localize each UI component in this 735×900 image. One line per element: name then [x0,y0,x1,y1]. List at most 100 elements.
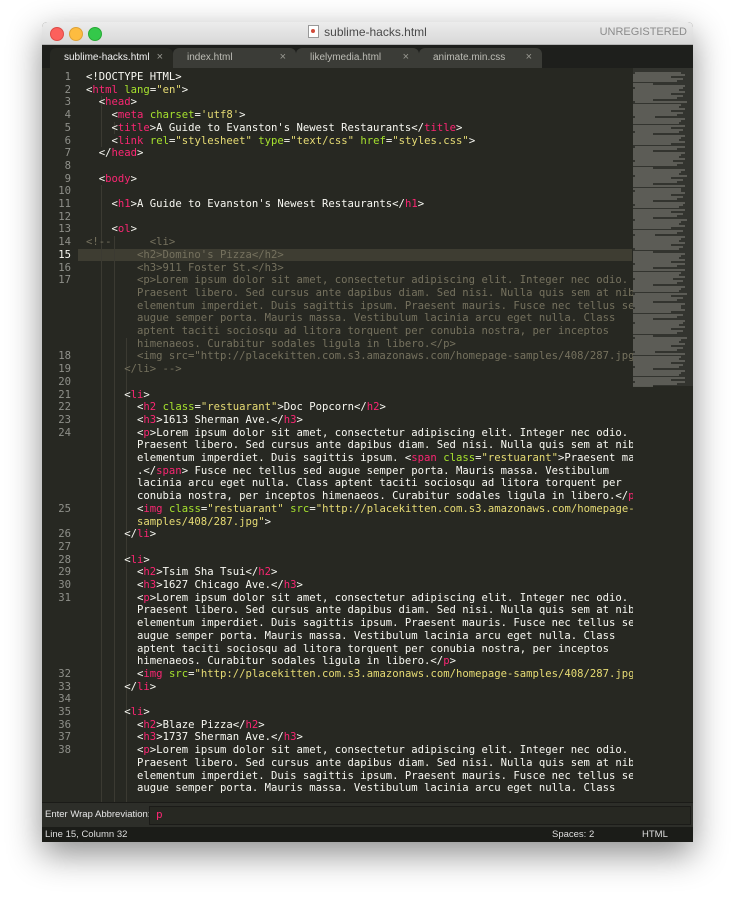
code-line: <h3>1627 Chicago Ave.</h3> [137,579,303,591]
line-number: 8 [64,159,71,172]
line-number: 16 [58,261,71,274]
code-line: <h2>Blaze Pizza</h2> [137,718,265,731]
code-line: <p>Lorem ipsum dolor sit amet, consectet… [137,591,629,604]
code-line: <h1>A Guide to Evanston's Newest Restaur… [111,198,425,210]
code-line: <head> [98,96,138,109]
code-line: lacinia arcu eget nulla. Class aptent ta… [137,477,622,490]
wrap-abbreviation-label: Enter Wrap Abbreviation: [45,809,151,820]
tab-animate-min[interactable]: animate.min.css × [419,48,542,68]
code-line: <h3>1613 Sherman Ave.</h3> [137,413,303,426]
line-number: 12 [58,210,71,223]
code-line: <ol> [111,223,138,236]
code-line: <li> [124,388,150,401]
line-number: 26 [58,528,71,541]
line-number: 35 [58,706,71,718]
cursor-position: Line 15, Column 32 [45,829,128,840]
wrap-abbreviation-panel: Enter Wrap Abbreviation: p [42,802,693,827]
line-number: 34 [58,693,71,706]
wrap-abbreviation-value: p [156,808,163,821]
indent-guide [113,236,115,802]
line-number: 11 [58,198,71,210]
minimap[interactable] [633,68,693,802]
wrap-abbreviation-input[interactable]: p [149,806,691,825]
code-line: conubia nostra, per inceptos himenaeos. … [137,490,641,503]
code-line: <html lang="en"> [86,83,189,96]
tab-index[interactable]: index.html × [173,48,296,68]
code-line: samples/408/287.jpg"> [137,515,271,528]
code-line: himenaeos. Curabitur sodales ligula in l… [137,337,456,350]
line-number: 18 [58,350,71,363]
code-line: augue semper porta. Mauris massa. Vestib… [137,629,616,642]
code-line: <p>Lorem ipsum dolor sit amet, consectet… [137,744,629,757]
registration-status: UNREGISTERED [599,26,687,38]
code-line: aptent taciti sociosqu ad litora torquen… [137,325,610,337]
code-line: elementum imperdiet. Duis sagittis ipsum… [137,299,641,312]
code-line: <h3>1737 Sherman Ave.</h3> [137,731,303,744]
indent-guide [126,337,128,802]
code-line: <h2>Tsim Sha Tsui</h2> [137,566,278,579]
current-line-highlight [42,248,632,262]
tab-label: animate.min.css [433,52,506,63]
line-number: 33 [58,680,71,693]
tab-likelymedia[interactable]: likelymedia.html × [296,48,419,68]
code-line: aptent taciti sociosqu ad litora torquen… [137,642,610,655]
code-line: <p>Lorem ipsum dolor sit amet, consectet… [137,426,629,439]
title-bar: sublime-hacks.html UNREGISTERED [42,22,693,45]
code-line: <p>Lorem ipsum dolor sit amet, consectet… [137,274,629,287]
tab-close-icon[interactable]: × [280,51,286,63]
code-line: <img src="http://placekitten.com.s3.amaz… [137,667,647,680]
tab-label: index.html [187,52,233,63]
indentation-setting[interactable]: Spaces: 2 [552,829,594,840]
line-number: 9 [64,172,71,185]
editor-area[interactable]: 1 2 3 4 5 6 7 8 9 10 11 12 13 14 15 16 17 18 19 20 21 22 23 24 2… [42,68,693,802]
code-line: <meta charset='utf8'> [111,109,246,122]
line-number: 25 [58,502,71,515]
line-number: 2 [64,83,71,96]
tab-label: sublime-hacks.html [64,52,150,63]
line-number: 27 [58,540,71,553]
code-line: elementum imperdiet. Duis sagittis ipsum… [137,452,661,464]
code-line: <h3>911 Foster St.</h3> [137,261,284,274]
code-line: <li> [124,553,150,566]
line-number: 6 [64,134,71,147]
line-number: 10 [58,185,71,198]
line-number: 5 [64,121,71,134]
code-line: himenaeos. Curabitur sodales ligula in l… [137,655,456,668]
line-number: 15 [58,248,71,261]
code-line: <!-- <li> [86,236,176,249]
line-number: 17 [58,274,71,287]
tab-close-icon[interactable]: × [403,51,409,63]
syntax-mode[interactable]: HTML [642,829,668,840]
line-number: 28 [58,553,71,566]
code-line: </li> [124,528,157,541]
line-number: 13 [58,223,71,236]
window-title-group: sublime-hacks.html [42,25,693,39]
code-line: <!DOCTYPE HTML> [86,71,182,83]
line-number: 14 [58,236,71,249]
line-number: 19 [58,363,71,376]
code-line: <img src="http://placekitten.com.s3.amaz… [137,350,648,363]
line-number: 22 [58,401,71,414]
tab-close-icon[interactable]: × [526,51,532,63]
line-number: 36 [58,718,71,731]
code-line: Praesent libero. Sed cursus ante dapibus… [137,756,641,769]
code-line: .</span> Fusce nec tellus sed augue semp… [137,464,610,477]
window-title: sublime-hacks.html [324,25,427,39]
code-line: <link rel="stylesheet" type="text/css" h… [111,134,476,147]
code-line: <h2 class="restuarant">Doc Popcorn</h2> [137,401,386,414]
code-line: Praesent libero. Sed cursus ante dapibus… [137,439,641,452]
line-number: 32 [58,667,71,680]
code-line: elementum imperdiet. Duis sagittis ipsum… [137,617,641,630]
line-number: 37 [58,731,71,744]
document-icon [308,25,320,38]
line-number: 29 [58,566,71,579]
code-line: <title>A Guide to Evanston's Newest Rest… [111,121,463,134]
tab-sublime-hacks[interactable]: sublime-hacks.html × [50,48,173,68]
tab-close-icon[interactable]: × [157,51,163,63]
code-line: Praesent libero. Sed cursus ante dapibus… [137,286,641,299]
code-line: augue semper porta. Mauris massa. Vestib… [137,782,616,795]
line-number: 31 [58,591,71,604]
line-number-gutter: 1 2 3 4 5 6 7 8 9 10 11 12 13 14 15 16 17 18 19 20 21 22 23 24 2… [42,68,78,802]
line-number: 38 [58,744,71,757]
indent-guide [100,185,102,802]
